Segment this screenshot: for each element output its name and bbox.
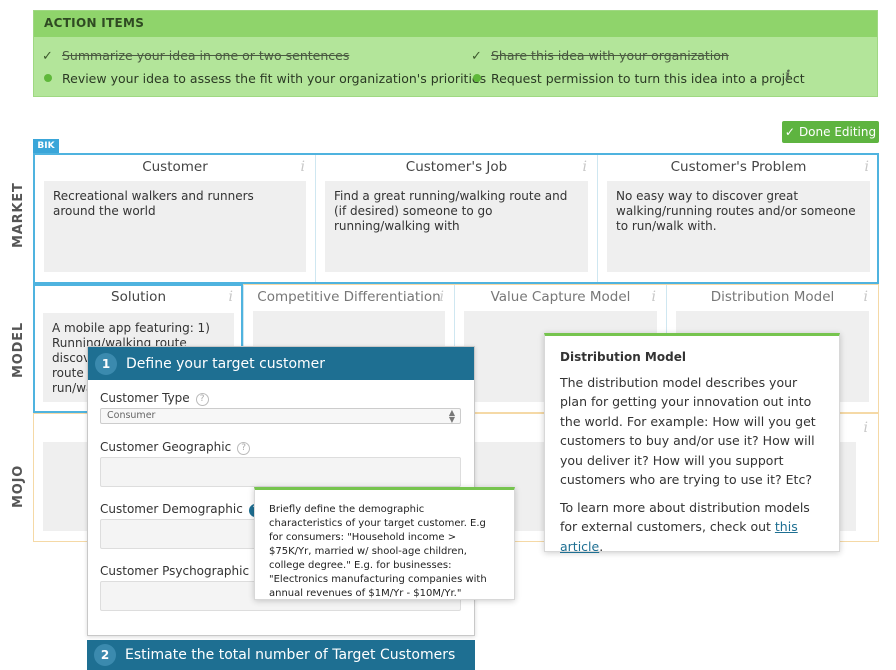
action-items-header: ACTION ITEMS xyxy=(34,11,877,37)
done-editing-button[interactable]: ✓ Done Editing xyxy=(782,121,879,143)
distribution-model-popover: Distribution Model The distribution mode… xyxy=(544,333,840,554)
customer-geographic-label: Customer Geographic? xyxy=(100,440,251,455)
customer-type-select[interactable]: Consumer ▲ ▼ xyxy=(100,408,461,424)
row-label-model: MODEL xyxy=(11,322,26,378)
help-icon[interactable]: ? xyxy=(237,442,251,455)
info-icon[interactable]: i xyxy=(785,68,790,84)
cell-body[interactable]: Recreational walkers and runners around … xyxy=(44,181,306,272)
bullet-dot-icon xyxy=(473,74,481,82)
check-icon: ✓ xyxy=(42,49,53,64)
cell-title: Value Capture Model xyxy=(490,289,631,305)
info-icon[interactable]: i xyxy=(652,289,656,305)
action-item-request[interactable]: Request permission to turn this idea int… xyxy=(471,71,805,86)
step-1-header[interactable]: 1 Define your target customer xyxy=(88,347,474,380)
cell-customer[interactable]: Customer i Recreational walkers and runn… xyxy=(35,155,316,282)
action-item-share[interactable]: ✓ Share this idea with your organization xyxy=(471,48,729,64)
cell-title: Customer's Job xyxy=(405,159,508,175)
step-number: 1 xyxy=(95,352,117,375)
popover-title: Distribution Model xyxy=(560,350,686,364)
select-arrows-icon: ▲ ▼ xyxy=(448,408,455,424)
action-item-summarize[interactable]: ✓ Summarize your idea in one or two sente… xyxy=(42,48,349,64)
step-2-header[interactable]: 2 Estimate the total number of Target Cu… xyxy=(87,640,475,670)
info-icon[interactable]: i xyxy=(301,159,305,175)
customer-demographic-label: Customer Demographic? xyxy=(100,502,262,517)
popover-text-2: To learn more about distribution models … xyxy=(560,499,810,554)
info-icon[interactable]: i xyxy=(583,159,587,175)
popover-text: The distribution model describes your pl… xyxy=(560,374,816,488)
bullet-dot-icon xyxy=(44,74,52,82)
customer-type-label: Customer Type? xyxy=(100,391,209,406)
cell-title: Distribution Model xyxy=(710,289,835,305)
info-icon[interactable]: i xyxy=(864,289,868,305)
bik-tag: BIK xyxy=(33,139,59,153)
cell-title: Competitive Differentiation xyxy=(257,289,441,305)
cell-body[interactable]: Find a great running/walking route and (… xyxy=(325,181,588,272)
cell-title: Customer xyxy=(142,159,208,175)
market-row: Customer i Recreational walkers and runn… xyxy=(33,153,879,284)
step-title: Define your target customer xyxy=(126,355,326,372)
cell-customers-problem[interactable]: Customer's Problem i No easy way to disc… xyxy=(598,155,879,282)
help-icon[interactable]: ? xyxy=(195,393,209,406)
customer-geographic-input[interactable] xyxy=(100,457,461,487)
row-label-mojo: MOJO xyxy=(11,464,26,508)
row-label-market: MARKET xyxy=(11,182,26,248)
info-icon[interactable]: i xyxy=(865,159,869,175)
step-title: Estimate the total number of Target Cust… xyxy=(125,647,456,663)
check-icon: ✓ xyxy=(784,125,795,139)
customer-psychographic-label: Customer Psychographic? xyxy=(100,564,269,579)
action-item-review[interactable]: Review your idea to assess the fit with … xyxy=(42,71,486,86)
cell-title: Customer's Problem xyxy=(670,159,807,175)
step-number: 2 xyxy=(94,644,116,666)
check-icon: ✓ xyxy=(471,49,482,64)
info-icon[interactable]: i xyxy=(440,289,444,305)
info-icon[interactable]: i xyxy=(864,420,868,436)
demographic-tooltip: Briefly define the demographic character… xyxy=(254,487,515,600)
cell-body[interactable]: No easy way to discover great walking/ru… xyxy=(607,181,870,272)
cell-customers-job[interactable]: Customer's Job i Find a great running/wa… xyxy=(316,155,598,282)
action-items-panel: ACTION ITEMS ✓ Summarize your idea in one… xyxy=(33,10,878,97)
